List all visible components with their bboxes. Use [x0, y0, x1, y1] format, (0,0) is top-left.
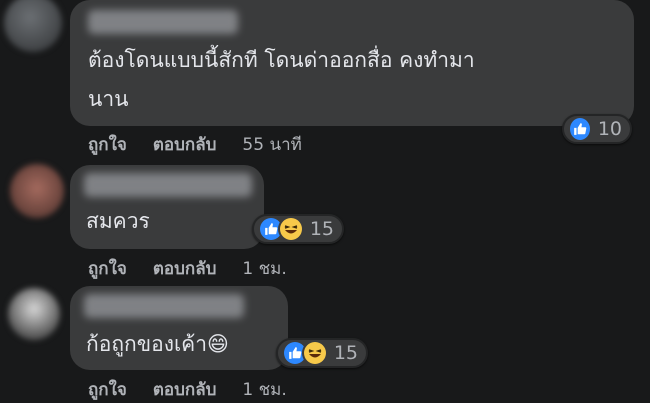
haha-icon: [277, 216, 304, 242]
reply-button[interactable]: ตอบกลับ: [153, 131, 217, 158]
comment-actions: ถูกใจ ตอบกลับ 1 ชม.: [88, 255, 287, 282]
avatar[interactable]: [8, 288, 60, 340]
reaction-count: 10: [597, 118, 622, 140]
haha-icon: [301, 340, 328, 366]
comment-bubble: ต้องโดนแบบนี้สักที โดนด่าออกสื่อ คงทำมา …: [70, 0, 634, 126]
comment-timestamp[interactable]: 1 ชม.: [242, 376, 286, 403]
like-icon: [568, 116, 592, 142]
reaction-count: 15: [333, 342, 358, 364]
comment-bubble: ก้อถูกของเค้า😄: [70, 286, 288, 370]
like-button[interactable]: ถูกใจ: [88, 255, 127, 282]
reply-button[interactable]: ตอบกลับ: [153, 376, 217, 403]
like-button[interactable]: ถูกใจ: [88, 131, 127, 158]
comment-text-line: นาน: [88, 87, 129, 111]
reaction-summary[interactable]: 10: [562, 114, 632, 144]
comment-text: ก้อถูกของเค้า😄: [86, 332, 229, 356]
commenter-name-blurred[interactable]: [84, 294, 244, 318]
comment-timestamp[interactable]: 55 นาที: [242, 131, 301, 158]
commenter-name-blurred[interactable]: [88, 10, 238, 34]
avatar[interactable]: [10, 164, 64, 218]
comment-timestamp[interactable]: 1 ชม.: [242, 255, 286, 282]
avatar[interactable]: [4, 0, 62, 52]
reply-button[interactable]: ตอบกลับ: [153, 255, 217, 282]
comment-actions: ถูกใจ ตอบกลับ 1 ชม.: [88, 376, 287, 403]
comment-actions: ถูกใจ ตอบกลับ 55 นาที: [88, 131, 302, 158]
comments-thread: ต้องโดนแบบนี้สักที โดนด่าออกสื่อ คงทำมา …: [0, 0, 650, 403]
reaction-summary[interactable]: 15: [252, 214, 344, 244]
reaction-summary[interactable]: 15: [276, 338, 368, 368]
commenter-name-blurred[interactable]: [84, 173, 252, 197]
comment-text-line: ต้องโดนแบบนี้สักที โดนด่าออกสื่อ คงทำมา: [88, 48, 475, 72]
like-button[interactable]: ถูกใจ: [88, 376, 127, 403]
comment-text: สมควร: [86, 209, 150, 233]
reaction-count: 15: [309, 218, 334, 240]
comment-bubble: สมควร: [70, 165, 264, 249]
